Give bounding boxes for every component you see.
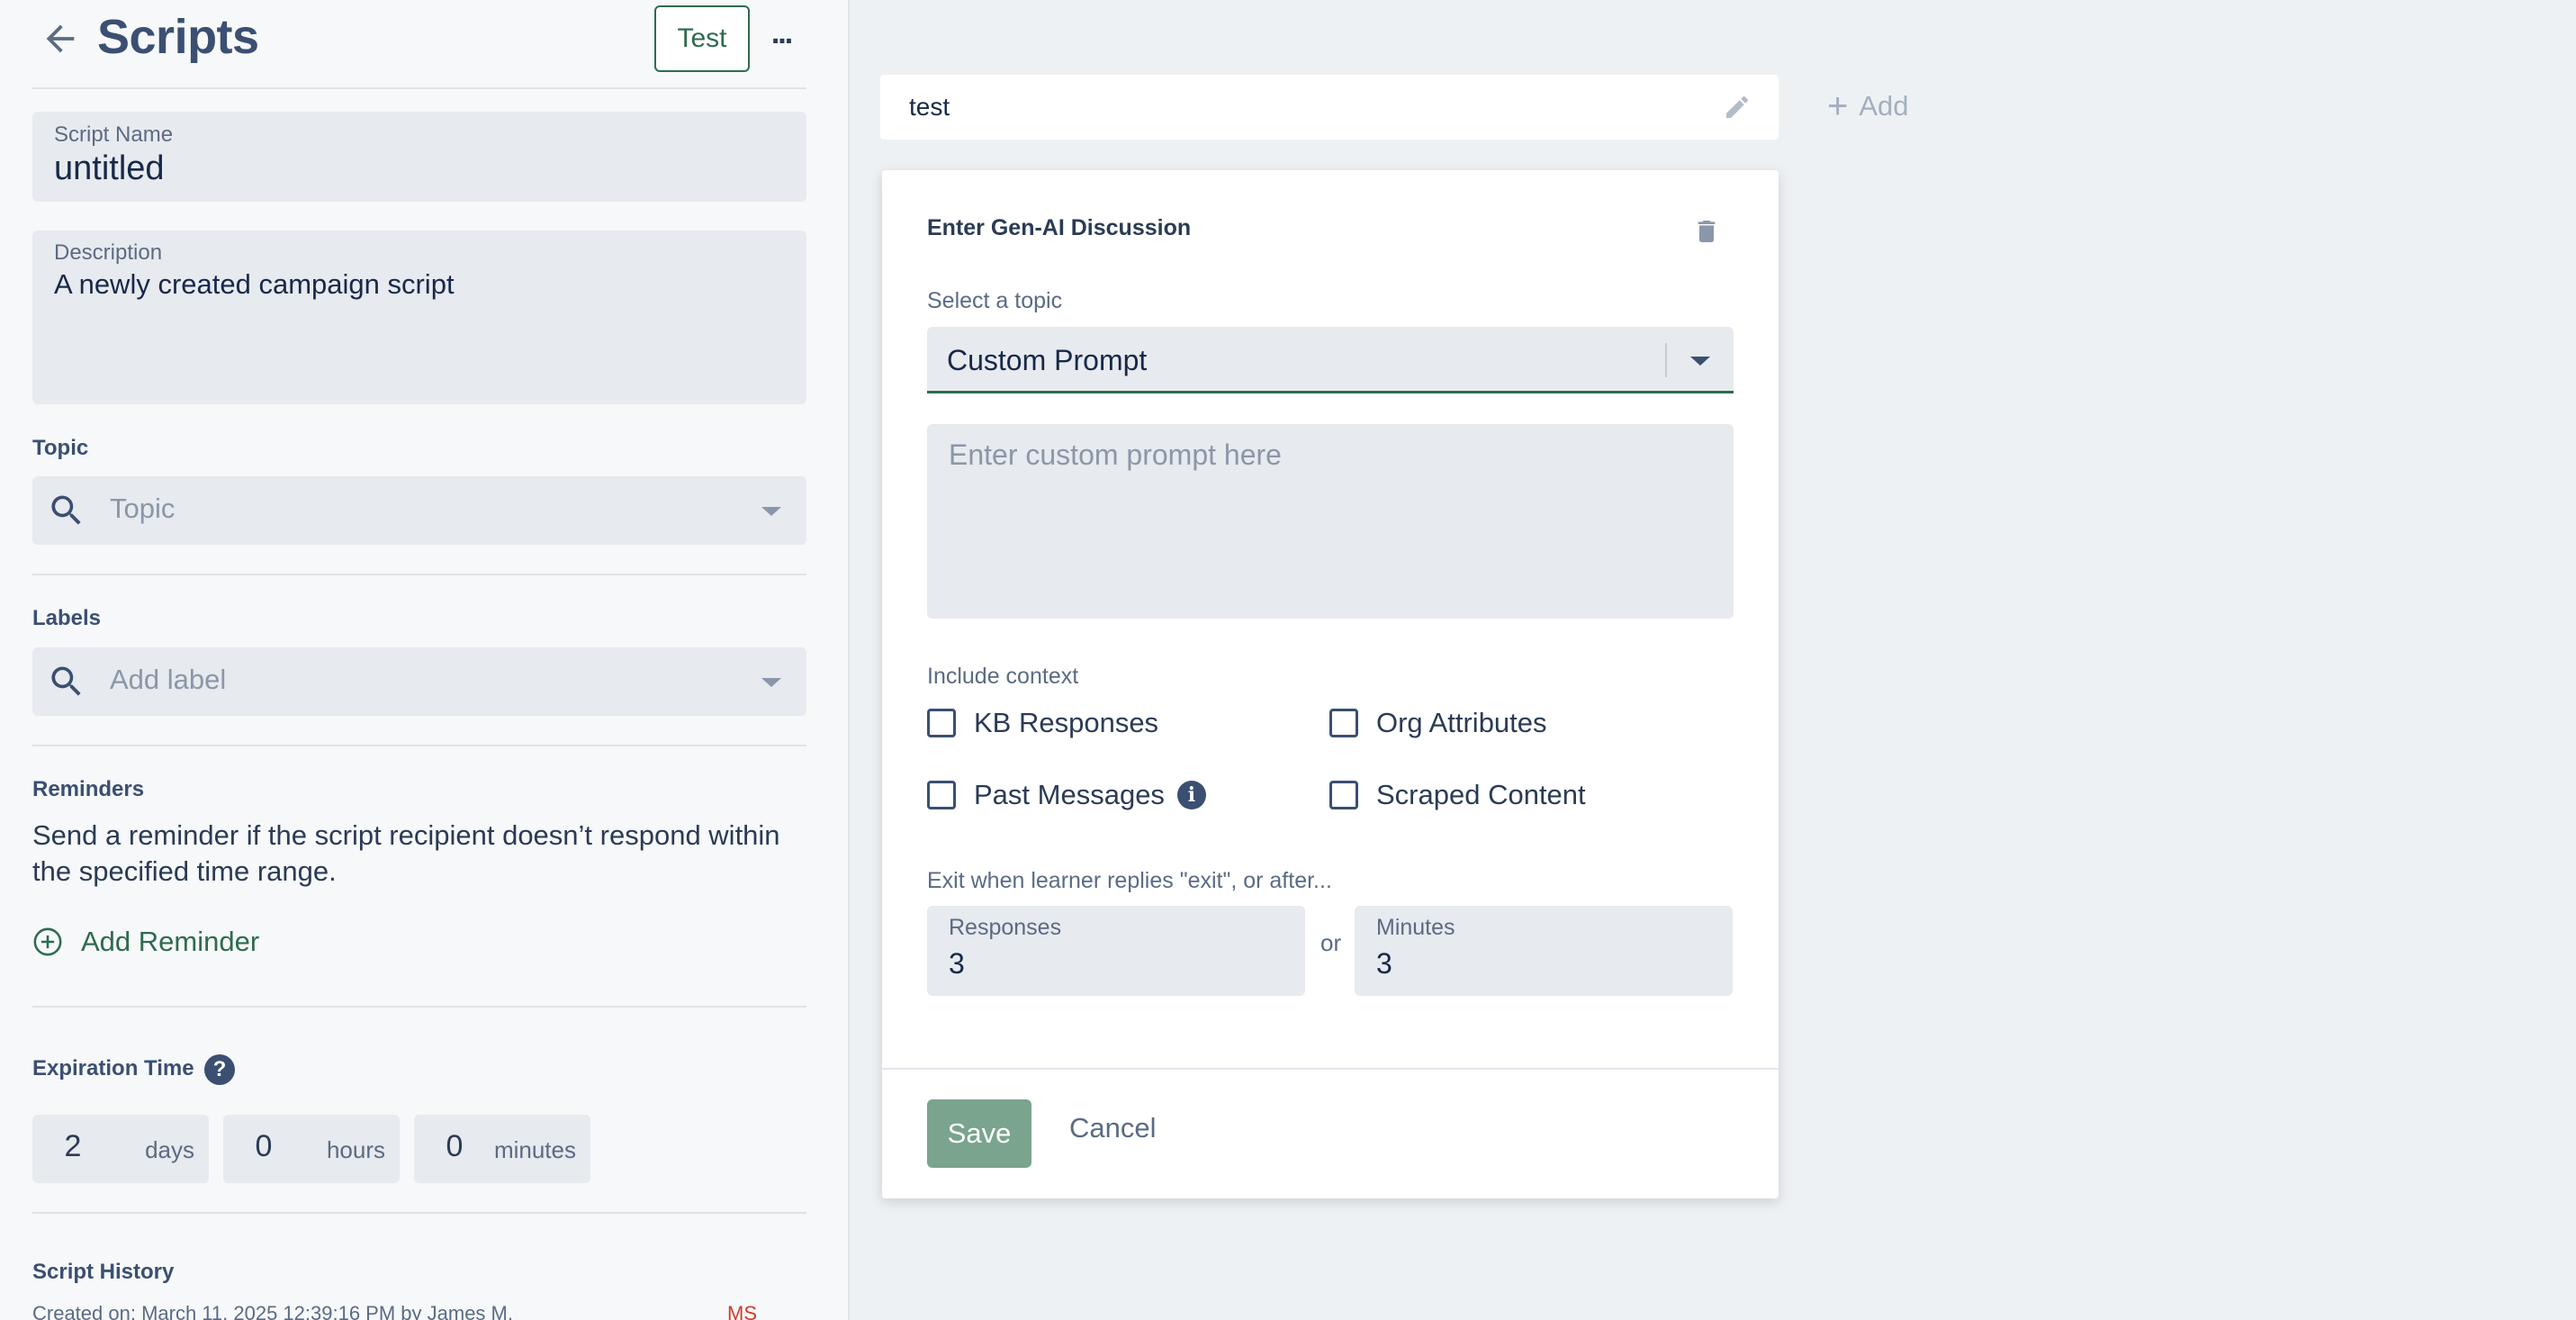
reminders-label: Reminders bbox=[32, 777, 145, 801]
topic-select[interactable]: Custom Prompt bbox=[927, 327, 1734, 393]
minutes-value[interactable]: 3 bbox=[1376, 947, 1392, 981]
chevron-down-icon[interactable] bbox=[761, 507, 781, 516]
divider bbox=[32, 574, 806, 575]
select-separator bbox=[1665, 343, 1667, 377]
history-created-line: Created on: March 11, 2025 12:39:16 PM b… bbox=[32, 1302, 513, 1320]
org-attributes-checkbox[interactable]: Org Attributes bbox=[1329, 707, 1547, 739]
pencil-icon[interactable] bbox=[1723, 93, 1752, 122]
custom-prompt-input[interactable] bbox=[927, 424, 1734, 619]
hours-value[interactable]: 0 bbox=[241, 1129, 286, 1164]
card-title: Enter Gen-AI Discussion bbox=[927, 215, 1192, 240]
description-field[interactable]: Description A newly created campaign scr… bbox=[32, 231, 806, 404]
page-title: Scripts bbox=[97, 10, 259, 64]
divider bbox=[32, 1212, 806, 1214]
checkbox-box[interactable] bbox=[927, 781, 956, 809]
reminders-description: Send a reminder if the script recipient … bbox=[32, 819, 780, 887]
responses-input[interactable]: Responses 3 bbox=[927, 906, 1305, 996]
step-tab-label: test bbox=[909, 93, 950, 121]
responses-label: Responses bbox=[949, 915, 1062, 940]
responses-value[interactable]: 3 bbox=[949, 947, 965, 981]
trash-icon[interactable] bbox=[1692, 215, 1721, 248]
more-options-icon[interactable]: ... bbox=[763, 16, 799, 61]
divider bbox=[882, 1068, 1779, 1070]
search-icon bbox=[51, 666, 81, 696]
help-icon[interactable]: ? bbox=[204, 1054, 235, 1085]
topic-label: Topic bbox=[32, 436, 89, 460]
description-label: Description bbox=[54, 240, 163, 265]
checkbox-box[interactable] bbox=[1329, 781, 1358, 809]
checkbox-box[interactable] bbox=[1329, 709, 1358, 737]
kb-responses-checkbox[interactable]: KB Responses bbox=[927, 707, 1158, 739]
minutes-value[interactable]: 0 bbox=[432, 1129, 477, 1164]
expiration-days-input[interactable]: 2 days bbox=[32, 1115, 209, 1183]
script-name-field[interactable]: Script Name untitled bbox=[32, 112, 806, 202]
minutes-unit: minutes bbox=[493, 1136, 576, 1163]
topic-select-value: Custom Prompt bbox=[947, 344, 1148, 376]
scraped-content-checkbox[interactable]: Scraped Content bbox=[1329, 779, 1586, 811]
topic-search-input[interactable]: Topic bbox=[32, 476, 806, 545]
info-icon[interactable]: i bbox=[1176, 781, 1206, 809]
scraped-content-label: Scraped Content bbox=[1376, 779, 1586, 810]
minutes-label: Minutes bbox=[1376, 915, 1455, 940]
labels-placeholder: Add label bbox=[110, 664, 227, 695]
description-value[interactable]: A newly created campaign script bbox=[54, 268, 455, 301]
days-unit: days bbox=[145, 1136, 194, 1163]
plus-icon: + bbox=[1827, 86, 1849, 126]
add-step-button[interactable]: + Add bbox=[1827, 88, 1909, 124]
or-label: or bbox=[1320, 929, 1342, 956]
test-button[interactable]: Test bbox=[654, 5, 750, 72]
divider bbox=[32, 1006, 806, 1008]
minutes-input[interactable]: Minutes 3 bbox=[1355, 906, 1733, 996]
chevron-down-icon[interactable] bbox=[761, 678, 781, 687]
select-topic-label: Select a topic bbox=[927, 288, 1063, 313]
days-value[interactable]: 2 bbox=[50, 1129, 95, 1164]
chevron-down-icon[interactable] bbox=[1690, 357, 1710, 366]
script-name-label: Script Name bbox=[54, 122, 174, 147]
script-settings-panel: Scripts Test ... Script Name untitled De… bbox=[0, 0, 850, 1320]
past-messages-checkbox[interactable]: Past Messages i bbox=[927, 779, 1206, 811]
step-tab[interactable]: test bbox=[880, 75, 1779, 140]
checkbox-box[interactable] bbox=[927, 709, 956, 737]
include-context-label: Include context bbox=[927, 664, 1079, 689]
expiration-time-label: Expiration Time bbox=[32, 1056, 194, 1080]
add-reminder-label: Add Reminder bbox=[81, 926, 260, 957]
script-name-value[interactable]: untitled bbox=[54, 149, 165, 188]
add-step-label: Add bbox=[1859, 90, 1909, 122]
arrow-left-icon[interactable] bbox=[40, 18, 81, 59]
search-icon bbox=[51, 495, 81, 525]
divider bbox=[32, 87, 806, 89]
exit-condition-label: Exit when learner replies "exit", or aft… bbox=[927, 868, 1332, 893]
divider bbox=[32, 745, 806, 746]
labels-label: Labels bbox=[32, 606, 102, 630]
kb-responses-label: KB Responses bbox=[974, 707, 1159, 738]
gen-ai-discussion-card: Enter Gen-AI Discussion Select a topic C… bbox=[882, 170, 1779, 1198]
topic-placeholder: Topic bbox=[110, 493, 176, 524]
add-reminder-button[interactable]: Add Reminder bbox=[32, 922, 259, 962]
past-messages-label: Past Messages bbox=[974, 779, 1165, 810]
save-button[interactable]: Save bbox=[927, 1099, 1031, 1168]
author-badge: MS bbox=[727, 1302, 757, 1320]
plus-circle-icon bbox=[33, 927, 62, 956]
hours-unit: hours bbox=[326, 1136, 385, 1163]
expiration-minutes-input[interactable]: 0 minutes bbox=[414, 1115, 590, 1183]
org-attributes-label: Org Attributes bbox=[1376, 707, 1547, 738]
labels-search-input[interactable]: Add label bbox=[32, 647, 806, 716]
cancel-button[interactable]: Cancel bbox=[1069, 1112, 1157, 1144]
script-history-label: Script History bbox=[32, 1260, 175, 1284]
expiration-hours-input[interactable]: 0 hours bbox=[223, 1115, 400, 1183]
